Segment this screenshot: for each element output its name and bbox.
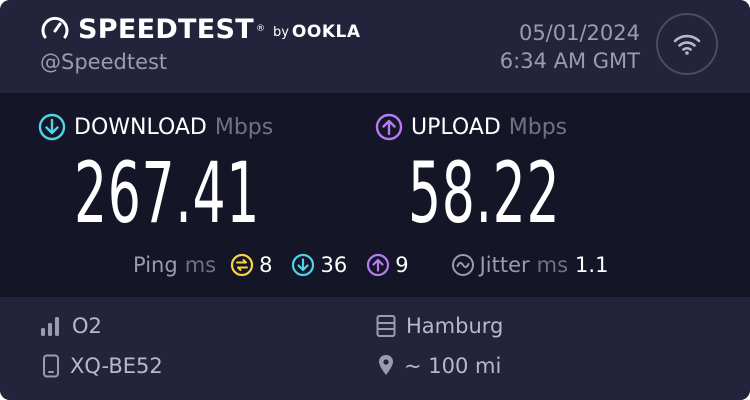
ping-upload-value: 9 <box>395 253 409 277</box>
download-unit: Mbps <box>214 114 274 140</box>
download-label: DOWNLOAD <box>74 114 207 140</box>
ping-download-value: 36 <box>320 253 348 277</box>
jitter-label: Jitter <box>479 253 530 277</box>
ping-idle-value: 8 <box>259 253 273 277</box>
signal-strength-icon <box>41 317 59 336</box>
download-value: 267.41 <box>74 144 260 242</box>
upload-metric: UPLOAD Mbps 58.22 <box>375 113 653 241</box>
trademark-symbol: ® <box>255 24 265 34</box>
speedtest-logo[interactable]: SPEEDTEST ® by OOKLA <box>40 13 361 45</box>
jitter-unit: ms <box>536 253 569 277</box>
device-info: XQ-BE52 <box>42 354 163 378</box>
server-info: Hamburg <box>376 314 503 338</box>
gauge-icon <box>41 16 69 39</box>
latency-row: Ping ms 8 36 9 Jitter ms 1.1 <box>133 251 608 279</box>
server-location: Hamburg <box>406 314 504 338</box>
upload-latency-icon <box>367 253 390 277</box>
brand-name: SPEEDTEST <box>78 13 254 45</box>
server-icon <box>376 315 396 337</box>
upload-value: 58.22 <box>408 144 561 242</box>
connection-type-button[interactable] <box>656 13 718 75</box>
upload-header: UPLOAD Mbps <box>375 113 653 141</box>
ping-download: 36 <box>291 253 347 277</box>
test-timestamp: 05/01/2024 6:34 AM GMT <box>500 19 640 75</box>
ping-unit: ms <box>184 253 217 277</box>
jitter-value: 1.1 <box>575 253 609 277</box>
jitter: Jitter ms 1.1 <box>451 253 609 277</box>
provider-name: O2 <box>72 314 102 338</box>
distance-info: ~ 100 mi <box>378 354 501 378</box>
ping-label: Ping <box>133 253 178 277</box>
header: SPEEDTEST ® by OOKLA @Speedtest 05/01/202… <box>0 0 750 93</box>
device-name: XQ-BE52 <box>70 354 163 378</box>
ping-upload: 9 <box>366 253 409 277</box>
upload-unit: Mbps <box>508 114 568 140</box>
ping-idle: 8 <box>230 253 272 277</box>
jitter-icon <box>451 254 474 276</box>
upload-label: UPLOAD <box>411 114 501 140</box>
location-pin-icon <box>379 355 393 375</box>
provider-info: O2 <box>40 314 102 338</box>
download-metric: DOWNLOAD Mbps 267.41 <box>38 113 374 241</box>
test-time: 6:34 AM GMT <box>499 49 640 73</box>
download-arrow-icon <box>38 113 66 141</box>
idle-latency-icon <box>230 253 254 277</box>
server-distance: ~ 100 mi <box>404 354 502 378</box>
download-latency-icon <box>292 253 315 277</box>
byline-company: OOKLA <box>291 22 361 42</box>
byline: by OOKLA <box>273 22 361 42</box>
upload-arrow-icon <box>375 113 403 141</box>
result-card: SPEEDTEST ® by OOKLA @Speedtest 05/01/202… <box>0 0 750 400</box>
test-date: 05/01/2024 <box>518 21 640 45</box>
download-header: DOWNLOAD Mbps <box>38 113 374 141</box>
wifi-icon <box>673 34 701 55</box>
social-handle[interactable]: @Speedtest <box>40 50 167 74</box>
results-panel: DOWNLOAD Mbps 267.41 UPLOAD Mbps 58.22 P… <box>0 93 750 297</box>
byline-by: by <box>272 24 289 40</box>
phone-icon <box>43 354 59 378</box>
connection-details: O2 XQ-BE52 Hamburg ~ 100 mi <box>0 297 750 400</box>
